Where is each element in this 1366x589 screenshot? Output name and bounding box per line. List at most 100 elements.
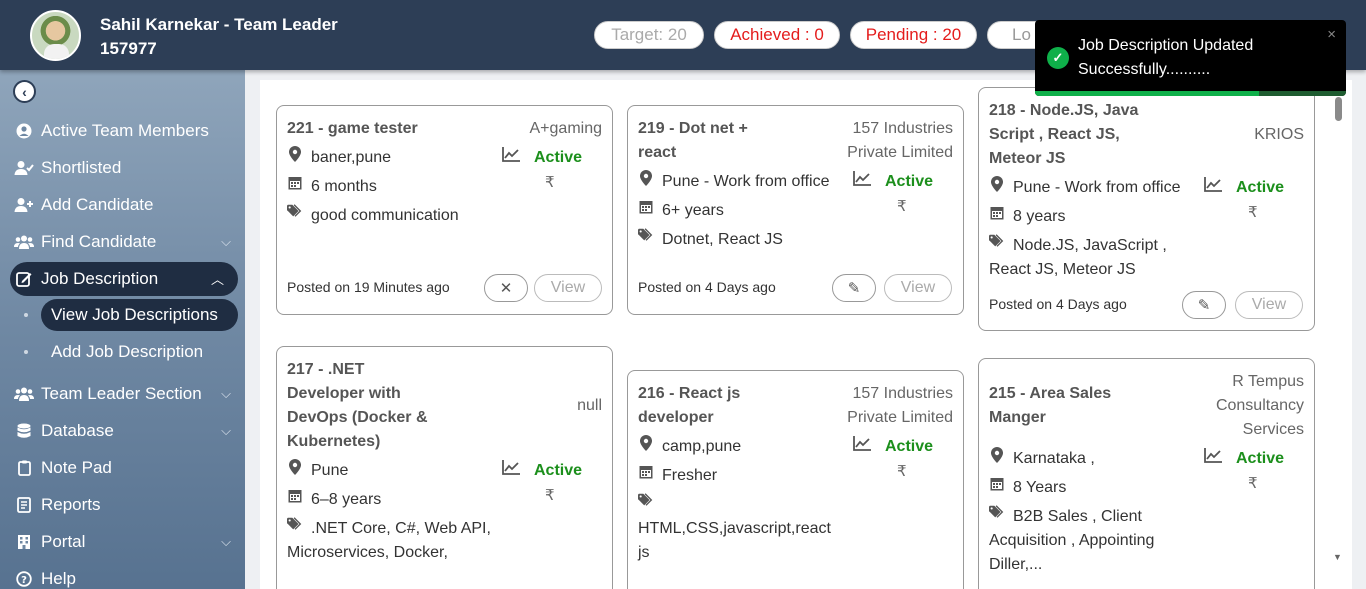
view-button[interactable]: View bbox=[534, 274, 602, 302]
calendar-icon bbox=[638, 199, 654, 214]
sidebar-item-label: Help bbox=[41, 569, 76, 588]
success-toast: ✓ Job Description Updated Successfully..… bbox=[1035, 20, 1346, 96]
posted-time: Posted on 4 Days ago bbox=[638, 279, 776, 295]
sidebar-item-help[interactable]: ? Help bbox=[0, 562, 245, 589]
sidebar-subitem-view-job-descriptions[interactable]: View Job Descriptions bbox=[0, 299, 245, 331]
job-card-217[interactable]: 217 - .NET Developer with DevOps (Docker… bbox=[276, 346, 613, 589]
edit-button[interactable]: ✎ bbox=[832, 274, 876, 302]
sidebar-item-add-candidate[interactable]: Add Candidate bbox=[0, 188, 245, 222]
location-text: Pune - Work from office bbox=[662, 173, 830, 190]
experience-text: Fresher bbox=[662, 467, 718, 484]
scroll-down-arrow-icon[interactable]: ▼ bbox=[1333, 552, 1342, 562]
experience-text: 8 years bbox=[1013, 208, 1066, 225]
company-name: 157 Industries Private Limited bbox=[847, 120, 953, 161]
location-text: Karnataka , bbox=[1013, 450, 1095, 467]
experience-row: 6+ years bbox=[638, 199, 724, 223]
rupee-icon: ₹ bbox=[897, 198, 907, 215]
skills-text: Microservices, Docker, bbox=[287, 544, 448, 561]
sidebar-item-reports[interactable]: Reports bbox=[0, 488, 245, 522]
sidebar-item-label: Reports bbox=[41, 495, 101, 514]
status-badge: Active bbox=[1204, 447, 1284, 471]
job-title: 215 - Area Sales Manger bbox=[989, 385, 1112, 426]
view-button[interactable]: View bbox=[884, 274, 952, 302]
experience-text: 8 Years bbox=[1013, 479, 1067, 496]
experience-row: 6 months bbox=[287, 175, 377, 199]
tags-icon bbox=[638, 493, 654, 507]
sidebar-item-database[interactable]: Database ⌵ bbox=[0, 414, 245, 448]
scrollbar-thumb[interactable] bbox=[1335, 97, 1342, 121]
sidebar-item-team-leader-section[interactable]: Team Leader Section ⌵ bbox=[0, 377, 245, 411]
skills-text: .NET Core, C#, Web API, bbox=[311, 520, 491, 537]
sidebar-subitem-add-job-description[interactable]: Add Job Description bbox=[0, 336, 245, 368]
sidebar-item-job-description[interactable]: Job Description ︿ bbox=[10, 262, 238, 296]
collapse-sidebar-button[interactable]: ‹ bbox=[13, 80, 36, 103]
sidebar-item-active-team-members[interactable]: Active Team Members bbox=[0, 114, 245, 148]
user-plus-icon bbox=[14, 197, 34, 213]
rupee-icon: ₹ bbox=[897, 463, 907, 480]
experience-text: 6–8 years bbox=[311, 491, 382, 508]
user-circle-icon bbox=[14, 123, 34, 139]
skills-row-continued: Diller,... bbox=[989, 553, 1042, 577]
tags-icon bbox=[989, 505, 1005, 519]
user-name: Sahil Karnekar - Team Leader bbox=[100, 15, 338, 34]
skills-row-continued: React JS, Meteor JS bbox=[989, 258, 1136, 282]
experience-row: 6–8 years bbox=[287, 488, 381, 512]
location-row: Pune - Work from office bbox=[989, 176, 1180, 200]
location-row: Pune bbox=[287, 459, 348, 483]
job-card-215[interactable]: 215 - Area Sales Manger R Tempus Consult… bbox=[978, 358, 1315, 589]
job-card-221[interactable]: 221 - game tester A+gaming baner,pune 6 … bbox=[276, 105, 613, 315]
view-button[interactable]: View bbox=[1235, 291, 1303, 319]
location-text: baner,pune bbox=[311, 149, 392, 166]
sidebar-item-label: Portal bbox=[41, 532, 86, 551]
status-badge: Active bbox=[853, 435, 933, 459]
status-badge: Active bbox=[502, 459, 582, 483]
pencil-icon: ✎ bbox=[1197, 297, 1211, 314]
skills-text: Dotnet, React JS bbox=[662, 231, 783, 248]
pending-badge: Pending : 20 bbox=[850, 21, 977, 49]
sidebar-item-label: Find Candidate bbox=[41, 232, 157, 251]
tags-icon bbox=[287, 517, 303, 531]
job-title: 219 - Dot net + react bbox=[638, 120, 748, 161]
job-card-216[interactable]: 216 - React js developer 157 Industries … bbox=[627, 370, 964, 589]
map-pin-icon bbox=[638, 170, 654, 186]
sidebar-item-find-candidate[interactable]: Find Candidate ⌵ bbox=[0, 225, 245, 259]
report-icon bbox=[14, 497, 34, 513]
rupee-icon: ₹ bbox=[545, 174, 555, 191]
skills-text: React JS, Meteor JS bbox=[989, 261, 1136, 278]
sidebar-item-note-pad[interactable]: Note Pad bbox=[0, 451, 245, 485]
user-id: 157977 bbox=[100, 39, 157, 58]
close-button[interactable]: ✕ bbox=[484, 274, 528, 302]
job-card-218[interactable]: 218 - Node.JS, Java Script , React JS, M… bbox=[978, 87, 1315, 331]
skills-row: good communication bbox=[287, 204, 459, 228]
target-badge: Target: 20 bbox=[594, 21, 704, 49]
job-card-219[interactable]: 219 - Dot net + react 157 Industries Pri… bbox=[627, 105, 964, 315]
chevron-down-icon: ⌵ bbox=[221, 423, 231, 438]
location-row: camp,pune bbox=[638, 435, 741, 459]
map-pin-icon bbox=[287, 146, 303, 162]
close-icon: ✕ bbox=[499, 280, 513, 297]
sidebar-item-shortlisted[interactable]: Shortlisted bbox=[0, 151, 245, 185]
building-icon bbox=[14, 534, 34, 550]
tags-icon bbox=[989, 234, 1005, 248]
sidebar-item-portal[interactable]: Portal ⌵ bbox=[0, 525, 245, 559]
skills-text: good communication bbox=[311, 207, 459, 224]
status-badge: Active bbox=[1204, 176, 1284, 200]
location-row: Karnataka , bbox=[989, 447, 1095, 471]
posted-time: Posted on 19 Minutes ago bbox=[287, 279, 450, 295]
users-icon bbox=[14, 234, 34, 250]
company-name: 157 Industries Private Limited bbox=[847, 385, 953, 426]
experience-row: 8 years bbox=[989, 205, 1065, 229]
skills-text: Node.JS, JavaScript , bbox=[1013, 237, 1167, 254]
pencil-icon: ✎ bbox=[847, 280, 861, 297]
calendar-icon bbox=[287, 488, 303, 503]
skills-row: Node.JS, JavaScript , bbox=[989, 234, 1167, 258]
calendar-icon bbox=[989, 476, 1005, 491]
sidebar-item-label: Database bbox=[41, 421, 114, 440]
edit-button[interactable]: ✎ bbox=[1182, 291, 1226, 319]
skills-text: Acquisition , Appointing bbox=[989, 532, 1155, 549]
skills-row-continued: Microservices, Docker, bbox=[287, 541, 448, 565]
sidebar-item-label: Add Candidate bbox=[41, 195, 154, 214]
posted-time: Posted on 4 Days ago bbox=[989, 296, 1127, 312]
avatar[interactable] bbox=[30, 10, 81, 61]
close-icon[interactable]: × bbox=[1327, 26, 1336, 43]
